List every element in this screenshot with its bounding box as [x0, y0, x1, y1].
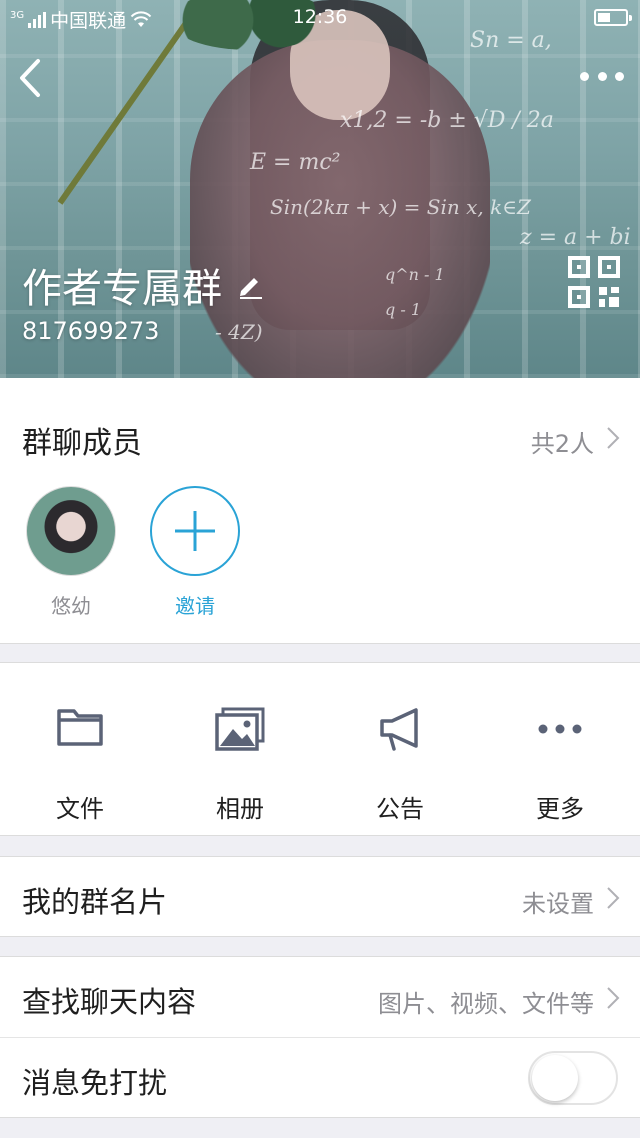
- group-id: 817699273: [22, 317, 160, 345]
- search-chat-history-row[interactable]: 查找聊天内容 图片、视频、文件等: [0, 956, 640, 1037]
- members-count: 共2人: [530, 430, 594, 458]
- do-not-disturb-toggle[interactable]: [528, 1051, 618, 1105]
- row-title: 消息免打扰: [22, 1066, 168, 1100]
- row-title: 我的群名片: [22, 885, 168, 919]
- folder-icon: [57, 709, 103, 746]
- cover-formula: q^n - 1: [385, 265, 445, 284]
- group-tools: 文件 相册 公告 更多: [0, 662, 640, 836]
- tool-label: 公告: [376, 795, 424, 823]
- toggle-knob: [532, 1055, 578, 1101]
- tool-label: 文件: [56, 795, 104, 823]
- cover-formula: q - 1: [385, 300, 421, 319]
- row-title: 查找聊天内容: [22, 985, 197, 1019]
- cover-formula: - 4Z): [215, 320, 263, 344]
- tool-files[interactable]: 文件: [0, 663, 160, 837]
- divider: [22, 1037, 640, 1038]
- group-name-row[interactable]: 作者专属群: [22, 256, 264, 314]
- invite-member-button[interactable]: 邀请: [145, 486, 245, 619]
- members-section: 群聊成员 共2人 悠幼 邀请: [0, 378, 640, 644]
- status-bar: 3G 中国联通 12:36: [0, 0, 640, 36]
- more-icon: [538, 724, 582, 734]
- tool-label: 更多: [536, 795, 584, 823]
- group-name: 作者专属群: [22, 266, 222, 312]
- cover-formula: Sin(2kπ + x) = Sin x, k∈Z: [270, 195, 531, 219]
- qr-code-icon: [568, 256, 620, 308]
- avatar: [26, 486, 116, 576]
- tool-label: 相册: [216, 795, 264, 823]
- members-header[interactable]: 群聊成员 共2人: [0, 378, 640, 488]
- back-button[interactable]: [14, 58, 50, 98]
- chevron-right-icon: [607, 887, 620, 909]
- member-name: 悠幼: [51, 594, 91, 618]
- tool-more[interactable]: 更多: [480, 663, 640, 837]
- invite-label: 邀请: [175, 594, 215, 618]
- dot: [615, 71, 624, 81]
- dot: [580, 71, 589, 81]
- cover-formula: x1,2 = -b ± √D / 2a: [340, 108, 554, 133]
- album-icon: [215, 707, 265, 751]
- announcement-icon: [380, 708, 418, 751]
- cover-formula: z = a + bi: [520, 225, 631, 250]
- dot: [597, 71, 607, 81]
- chevron-right-icon: [607, 427, 620, 449]
- edit-pencil-icon[interactable]: [236, 271, 264, 299]
- more-options-button[interactable]: [580, 64, 624, 88]
- tool-album[interactable]: 相册: [160, 663, 320, 837]
- tool-announcement[interactable]: 公告: [320, 663, 480, 837]
- row-value: 图片、视频、文件等: [378, 990, 594, 1018]
- battery-icon: [594, 9, 632, 26]
- add-icon: [150, 486, 240, 576]
- row-value: 未设置: [522, 890, 594, 918]
- my-group-card-row[interactable]: 我的群名片 未设置: [0, 856, 640, 937]
- member-item[interactable]: 悠幼: [21, 486, 121, 619]
- members-title: 群聊成员: [22, 426, 142, 461]
- chevron-right-icon: [607, 987, 620, 1009]
- chevron-left-icon: [20, 59, 40, 97]
- status-time: 12:36: [292, 6, 348, 28]
- do-not-disturb-row: 消息免打扰: [0, 1037, 640, 1118]
- qr-code-button[interactable]: [568, 256, 620, 308]
- cover-formula: E = mc²: [250, 150, 341, 175]
